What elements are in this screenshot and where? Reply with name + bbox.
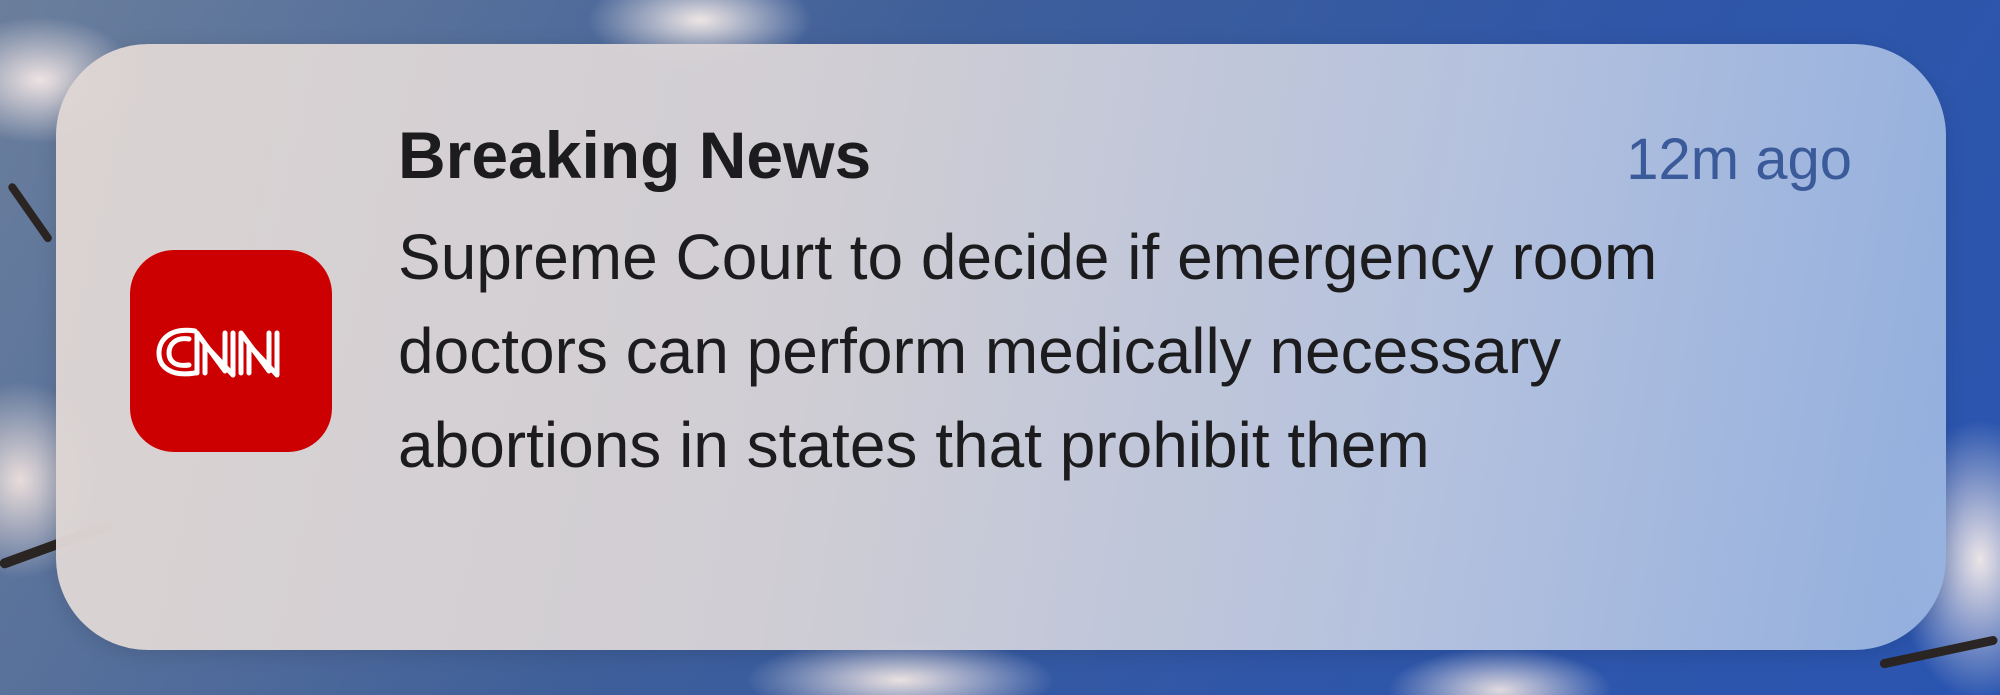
notification-timestamp: 12m ago <box>1626 127 1852 192</box>
cnn-logo-icon <box>156 327 280 378</box>
notification-body: Supreme Court to decide if emergency roo… <box>398 221 1658 481</box>
tree-branch <box>1879 635 1999 669</box>
app-icon[interactable] <box>130 250 332 452</box>
notification-title: Breaking News <box>398 118 872 192</box>
tree-branch <box>6 181 54 244</box>
